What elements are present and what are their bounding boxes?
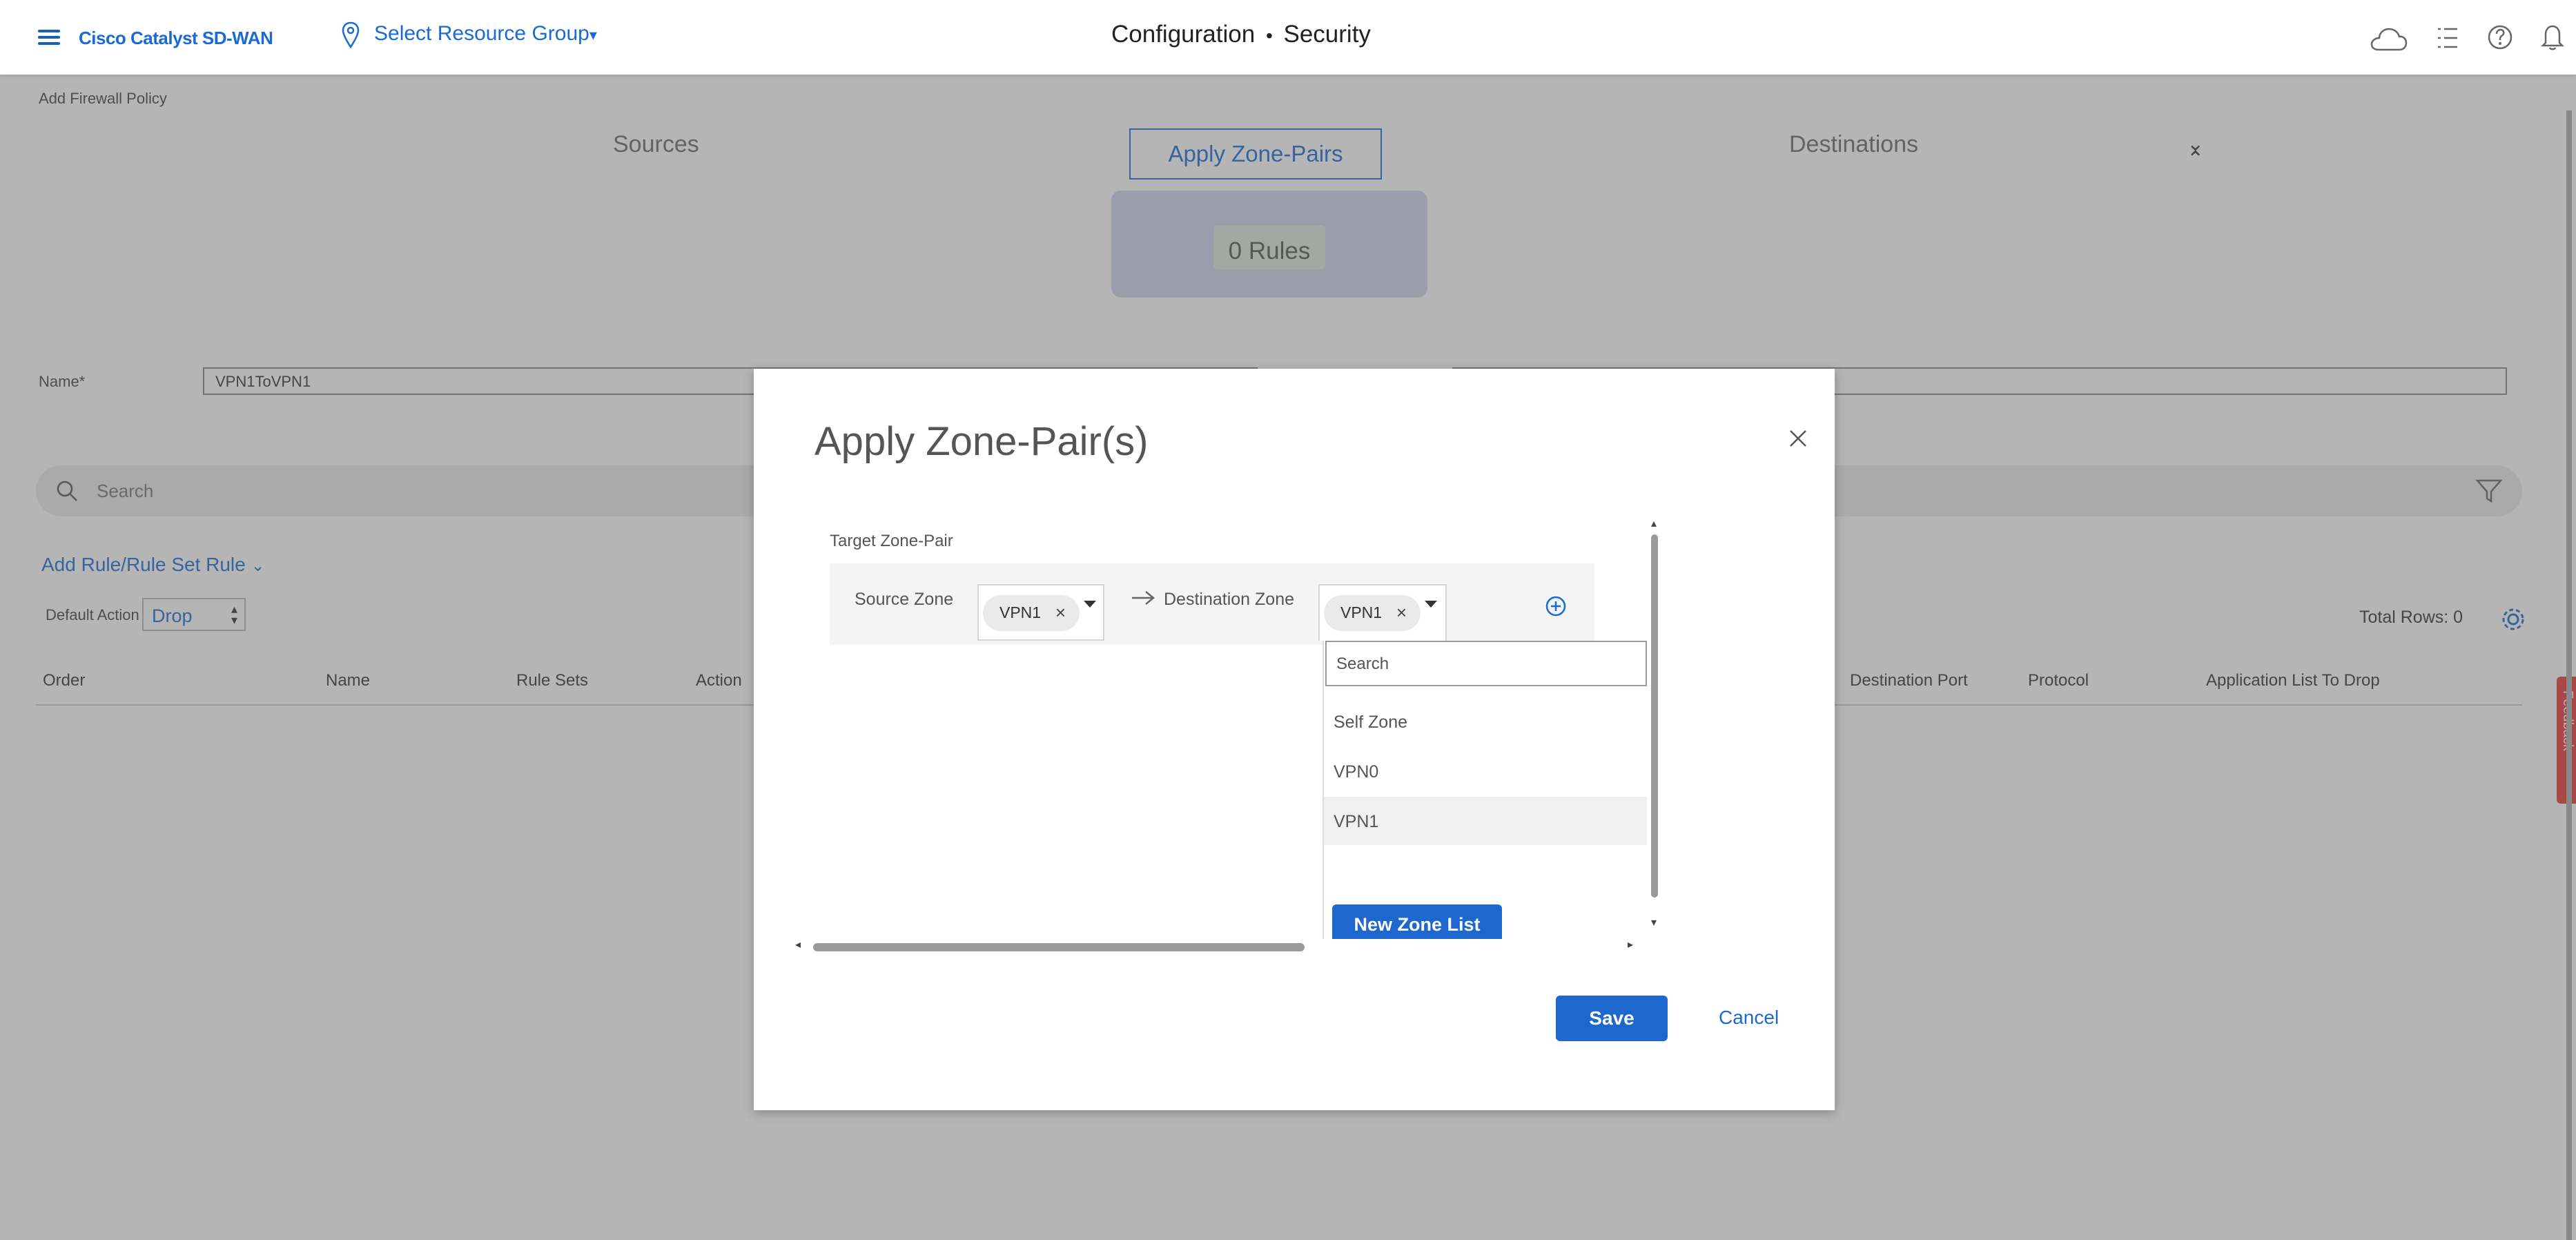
source-zone-label: Source Zone: [855, 590, 954, 609]
destination-zone-select[interactable]: VPN1 ×: [1318, 584, 1447, 641]
dropdown-search-placeholder: Search: [1336, 655, 1389, 673]
page-title-separator: •: [1265, 25, 1273, 46]
source-zone-chip-label: VPN1: [999, 603, 1042, 621]
vertical-scrollbar-thumb[interactable]: [1651, 534, 1658, 898]
caret-down-icon: [1084, 601, 1096, 608]
dropdown-option-self-zone[interactable]: Self Zone: [1324, 697, 1647, 746]
help-icon[interactable]: [2486, 23, 2514, 55]
cancel-button[interactable]: Cancel: [1719, 1007, 1779, 1029]
target-zone-pair-label: Target Zone-Pair: [830, 532, 953, 550]
scroll-down-arrow-icon[interactable]: ▾: [1651, 916, 1658, 929]
task-list-icon[interactable]: [2435, 26, 2460, 53]
arrow-right-icon: [1131, 590, 1155, 610]
scroll-left-arrow-icon[interactable]: ◂: [795, 938, 801, 951]
scroll-up-arrow-icon[interactable]: ▴: [1651, 516, 1658, 530]
destination-zone-chip-label: VPN1: [1340, 603, 1383, 621]
source-zone-select[interactable]: VPN1 ×: [977, 584, 1104, 641]
source-zone-chip: VPN1 ×: [983, 595, 1080, 631]
page-title-sub: Security: [1283, 21, 1371, 48]
page-title: Configuration • Security: [1111, 21, 1371, 48]
row-edge: [1594, 563, 1599, 645]
dropdown-option-vpn0[interactable]: VPN0: [1324, 747, 1647, 795]
dropdown-option-vpn1[interactable]: VPN1: [1324, 797, 1647, 845]
brand-logo[interactable]: Cisco Catalyst SD-WAN: [79, 28, 273, 49]
top-navigation-bar: Cisco Catalyst SD-WAN Select Resource Gr…: [0, 0, 2576, 76]
location-pin-icon: [340, 21, 361, 53]
brand-name: Cisco Catalyst SD-WAN: [79, 28, 273, 48]
caret-down-icon: [1425, 601, 1437, 608]
resource-group-selector[interactable]: Select Resource Group▾: [374, 22, 597, 46]
apply-zone-pair-modal: Apply Zone-Pair(s) Target Zone-Pair Sour…: [754, 369, 1835, 1110]
new-zone-list-button[interactable]: New Zone List: [1332, 904, 1502, 939]
destination-zone-label: Destination Zone: [1164, 590, 1295, 609]
dropdown-search-input[interactable]: Search: [1325, 641, 1647, 686]
scroll-right-arrow-icon[interactable]: ▸: [1628, 938, 1633, 951]
remove-chip-icon[interactable]: ×: [1396, 602, 1407, 623]
caret-down-icon: ▾: [589, 26, 597, 43]
destination-zone-dropdown: Search Self Zone VPN0 VPN1 New Zone List: [1323, 641, 1648, 939]
modal-title: Apply Zone-Pair(s): [814, 419, 1149, 464]
save-button[interactable]: Save: [1556, 996, 1668, 1041]
horizontal-scrollbar-thumb[interactable]: [813, 943, 1305, 951]
close-icon[interactable]: [1788, 428, 1808, 452]
remove-chip-icon[interactable]: ×: [1055, 602, 1066, 623]
menu-icon[interactable]: [38, 26, 60, 48]
add-circle-icon[interactable]: [1545, 595, 1567, 621]
destination-zone-chip: VPN1 ×: [1324, 595, 1421, 631]
notification-bell-icon[interactable]: [2540, 22, 2565, 55]
resource-group-label: Select Resource Group: [374, 22, 589, 45]
page-title-main: Configuration: [1111, 21, 1256, 48]
cloud-icon[interactable]: [2369, 26, 2408, 57]
zone-pair-row: Source Zone VPN1 × Destination Zone VPN1…: [830, 563, 1599, 645]
